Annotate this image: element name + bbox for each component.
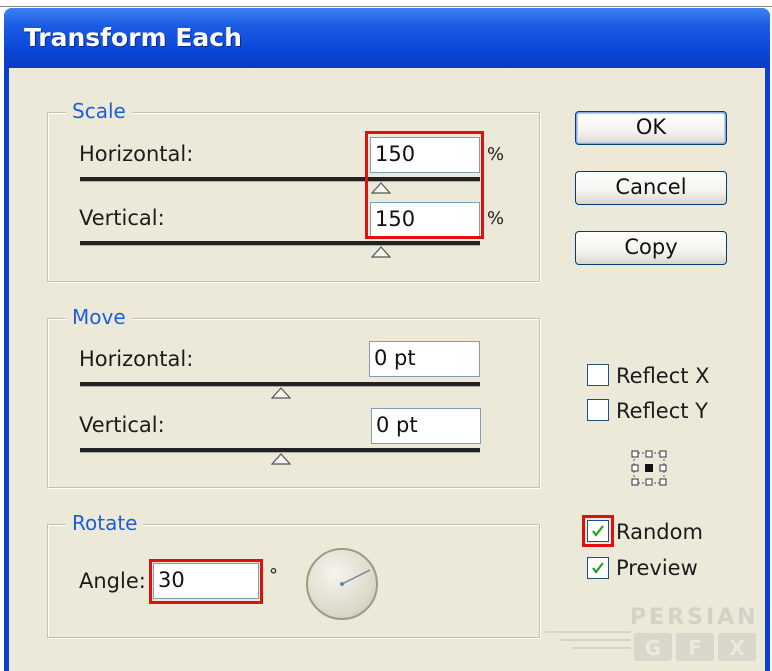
- angle-dial[interactable]: [306, 548, 378, 620]
- scale-horizontal-unit: %: [487, 144, 505, 165]
- scale-horizontal-label: Horizontal:: [79, 142, 194, 166]
- watermark-gfx-logo: G F X: [634, 633, 756, 667]
- angle-label: Angle:: [79, 569, 146, 593]
- dialog-title: Transform Each: [24, 23, 242, 52]
- reflect-y-checkbox[interactable]: [587, 399, 609, 421]
- scale-vertical-label: Vertical:: [79, 206, 165, 230]
- ok-button[interactable]: OK: [575, 111, 727, 145]
- top-divider: [0, 6, 772, 7]
- reflect-y-label[interactable]: Reflect Y: [616, 399, 708, 423]
- preview-label[interactable]: Preview: [616, 556, 698, 580]
- move-legend: Move: [66, 305, 132, 329]
- scale-vertical-slider-track[interactable]: [80, 241, 480, 246]
- random-highlight-box: [582, 515, 614, 547]
- preview-checkbox[interactable]: [587, 557, 609, 579]
- title-bar[interactable]: Transform Each: [4, 8, 770, 68]
- move-vertical-label: Vertical:: [79, 413, 165, 437]
- rotate-legend: Rotate: [66, 511, 144, 535]
- reference-point-locator[interactable]: [631, 450, 667, 486]
- move-vertical-input[interactable]: 0 pt: [371, 408, 481, 444]
- angle-highlight-box: [149, 559, 263, 604]
- svg-text:F: F: [688, 636, 702, 660]
- move-horizontal-input[interactable]: 0 pt: [369, 341, 480, 377]
- watermark-lines: [545, 628, 635, 662]
- reflect-x-checkbox[interactable]: [587, 364, 609, 386]
- svg-text:X: X: [729, 636, 745, 660]
- scale-vertical-unit: %: [487, 208, 505, 229]
- svg-text:G: G: [645, 636, 661, 660]
- copy-button[interactable]: Copy: [575, 231, 727, 265]
- scale-highlight-box: [365, 131, 484, 239]
- watermark-logo: PERSIAN: [630, 605, 759, 630]
- cancel-button[interactable]: Cancel: [575, 171, 727, 205]
- angle-unit: °: [269, 565, 278, 586]
- reflect-x-label[interactable]: Reflect X: [616, 364, 710, 388]
- move-horizontal-label: Horizontal:: [79, 347, 194, 371]
- scale-legend: Scale: [66, 99, 132, 123]
- random-label[interactable]: Random: [616, 520, 703, 544]
